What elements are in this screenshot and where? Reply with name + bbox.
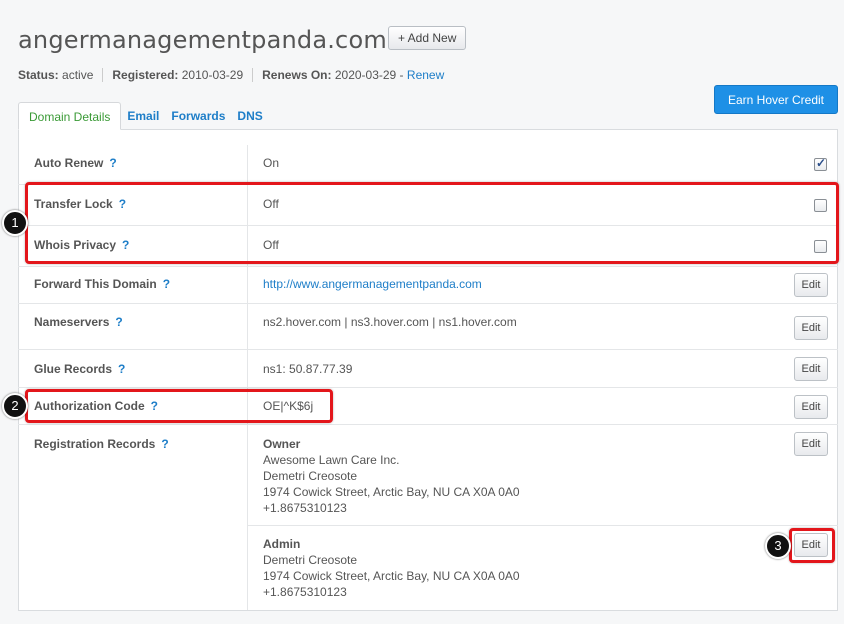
tab-dns[interactable]: DNS [231,102,268,130]
owner-title: Owner [263,437,301,451]
divider [102,68,104,82]
highlight-box-2 [25,389,333,423]
status-value: active [62,68,94,82]
help-icon[interactable]: ? [109,156,116,170]
owner-name: Demetri Creosote [263,469,358,483]
help-icon[interactable]: ? [163,277,170,291]
glue-edit-button[interactable]: Edit [794,357,828,381]
status-label: Status: [18,68,59,82]
owner-address: 1974 Cowick Street, Arctic Bay, NU CA X0… [263,485,520,499]
renew-link[interactable]: Renew [407,68,444,82]
admin-title: Admin [263,537,301,551]
admin-phone: +1.8675310123 [263,585,347,599]
step-badge-1: 1 [2,210,28,236]
tab-email[interactable]: Email [121,102,165,130]
highlight-box-3 [789,528,835,563]
nameservers-label: Nameservers? [34,315,123,329]
help-icon[interactable]: ? [161,437,168,451]
forward-edit-button[interactable]: Edit [794,273,828,297]
row-auto-renew: Auto Renew? On [18,145,838,185]
forward-url-link[interactable]: http://www.angermanagementpanda.com [263,277,482,291]
page-title: angermanagementpanda.com [18,26,387,54]
owner-phone: +1.8675310123 [263,501,347,515]
page: angermanagementpanda.com + Add New Statu… [0,0,844,624]
divider [248,525,838,526]
help-icon[interactable]: ? [115,315,122,329]
row-forward-domain: Forward This Domain? http://www.angerman… [18,267,838,304]
registration-records-label: Registration Records? [34,437,169,451]
registered-label: Registered: [112,68,179,82]
glue-records-value: ns1: 50.87.77.39 [263,362,353,376]
earn-hover-credit-button[interactable]: Earn Hover Credit [714,85,838,114]
help-icon[interactable]: ? [118,362,125,376]
owner-edit-button[interactable]: Edit [794,432,828,456]
auto-renew-value: On [263,156,280,170]
row-registration-records: Registration Records? Owner Awesome Lawn… [18,425,838,610]
renews-label: Renews On: [262,68,332,82]
auto-renew-checkbox[interactable] [814,156,827,171]
forward-label: Forward This Domain? [34,277,171,291]
auto-renew-label: Auto Renew? [34,156,117,170]
step-badge-2: 2 [2,393,28,419]
tab-bar: Domain Details Email Forwards DNS [18,102,269,130]
tab-forwards[interactable]: Forwards [165,102,231,130]
renews-value: 2020-03-29 - [334,68,404,82]
status-line: Status: active Registered: 2010-03-29 Re… [18,68,444,82]
glue-records-label: Glue Records? [34,362,126,376]
divider [252,68,254,82]
owner-record: Owner Awesome Lawn Care Inc. Demetri Cre… [263,436,520,516]
step-badge-3: 3 [765,533,791,559]
owner-company: Awesome Lawn Care Inc. [263,453,400,467]
tab-domain-details[interactable]: Domain Details [18,102,122,130]
registered-value: 2010-03-29 [181,68,244,82]
auth-code-edit-button[interactable]: Edit [794,395,828,419]
nameservers-value: ns2.hover.com | ns3.hover.com | ns1.hove… [263,315,517,329]
nameservers-edit-button[interactable]: Edit [794,316,828,340]
add-new-button[interactable]: + Add New [388,26,467,50]
admin-record: Admin Demetri Creosote 1974 Cowick Stree… [263,536,520,600]
row-glue-records: Glue Records? ns1: 50.87.77.39 Edit [18,350,838,388]
admin-address: 1974 Cowick Street, Arctic Bay, NU CA X0… [263,569,520,583]
row-nameservers: Nameservers? ns2.hover.com | ns3.hover.c… [18,304,838,350]
highlight-box-1 [25,182,839,264]
admin-name: Demetri Creosote [263,553,358,567]
